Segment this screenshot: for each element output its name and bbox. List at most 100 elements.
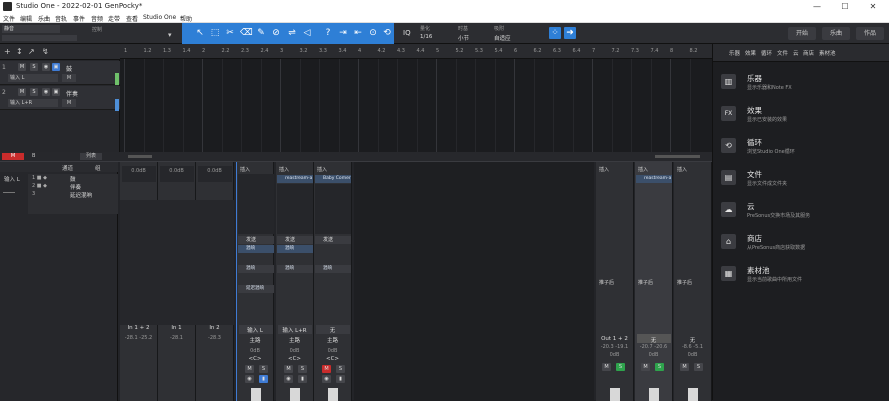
insert-plugin[interactable]: reastream-a (636, 175, 672, 183)
zoom-slider[interactable] (128, 155, 152, 158)
channel-pan[interactable]: <C> (237, 356, 273, 362)
input-channel-strip[interactable]: 0.0dB In 1 -28.1 (158, 162, 196, 401)
channel-volume[interactable]: 0dB (276, 348, 313, 354)
tab-instruments[interactable]: 乐器 (729, 49, 740, 57)
channel-input[interactable]: 输入 L (237, 326, 273, 334)
send-slot[interactable]: 混响 (238, 265, 274, 273)
menu-edit[interactable]: 编辑 (20, 14, 32, 23)
help-icon[interactable]: ? (322, 27, 334, 39)
fx-strip[interactable]: 插入 推子后 无 -8.6 -5.1 0dB M S (674, 162, 712, 401)
menu-help[interactable]: 帮助 (180, 14, 192, 23)
fader[interactable] (251, 388, 261, 401)
channel-gain[interactable]: 0.0dB (120, 168, 157, 174)
pencil-tool-icon[interactable]: ✎ (255, 27, 267, 39)
solo-button[interactable]: S (30, 63, 38, 71)
mute-button[interactable]: M (18, 63, 26, 71)
menu-file[interactable]: 文件 (3, 14, 15, 23)
send-slot[interactable]: 混响 (315, 265, 351, 273)
track-mode[interactable]: M (62, 99, 76, 107)
monitor-icon[interactable]: ◉ (42, 63, 50, 71)
solo-button[interactable]: S (298, 365, 307, 373)
automation-icon[interactable]: ↗ (28, 47, 35, 56)
record-arm-icon[interactable]: ▮ (298, 375, 307, 383)
channel-strip-reverb[interactable]: 插入 Baby Comer 发送 混响 无 主路 0dB <C> M S ◉ ▮ (314, 162, 352, 401)
send-label[interactable]: 发送 (277, 236, 313, 244)
mute-button[interactable]: M (680, 363, 689, 371)
channel-volume[interactable]: 0dB (596, 352, 633, 358)
input-channel-strip[interactable]: 0.0dB In 1 + 2 -28.1 -25.2 (120, 162, 158, 401)
send-label[interactable]: 发送 (315, 236, 351, 244)
monitor-icon[interactable]: ◉ (284, 375, 293, 383)
snap-value[interactable]: 自适应 (494, 34, 511, 42)
monitor-icon[interactable]: ◉ (245, 375, 254, 383)
insert-label[interactable]: 插入 (240, 166, 250, 173)
menu-song[interactable]: 乐曲 (38, 14, 50, 23)
browser-item-loops[interactable]: ⟲ 循环 浏览Studio One循环 (721, 136, 881, 162)
insert-plugin[interactable]: reastream-a (277, 175, 313, 183)
channel-output[interactable]: 主路 (276, 336, 313, 344)
channel-list-item[interactable]: 延迟混响 (70, 191, 92, 199)
tab-loops[interactable]: 循环 (761, 49, 772, 57)
send-label[interactable]: 发送 (238, 236, 274, 244)
browser-item-cloud[interactable]: ☁ 云 PreSonus交换市场及其服务 (721, 200, 881, 226)
channel-pan[interactable]: <C> (314, 356, 351, 362)
channel-gain[interactable]: 0.0dB (158, 168, 195, 174)
channel-pan[interactable]: <C> (276, 356, 313, 362)
monitor-icon[interactable]: ◉ (322, 375, 331, 383)
expand-icon[interactable]: ↕ (16, 47, 23, 56)
record-arm-icon[interactable]: ▮ (336, 375, 345, 383)
menu-audio[interactable]: 音频 (91, 14, 103, 23)
monitor-icon[interactable]: ◉ (42, 88, 50, 96)
mute-button[interactable]: M (284, 365, 293, 373)
browser-item-instruments[interactable]: ▥ 乐器 显示乐器和Note FX (721, 72, 881, 98)
solo-button[interactable]: S (694, 363, 703, 371)
split-tool-icon[interactable]: ✂ (224, 27, 236, 39)
browse-button[interactable]: B (32, 153, 35, 159)
browser-item-pool[interactable]: ▦ 素材池 显示当前歌曲中所用文件 (721, 264, 881, 290)
tab-shop[interactable]: 商店 (803, 49, 814, 57)
track-name[interactable]: 伴奏 (66, 89, 78, 98)
tab-effects[interactable]: 效果 (745, 49, 756, 57)
loop-tool-icon[interactable]: ⟲ (381, 27, 393, 39)
send-slot[interactable]: 混响 (238, 245, 274, 253)
channel-input[interactable]: 无 (314, 326, 351, 334)
menu-event[interactable]: 事件 (73, 14, 85, 23)
track-input[interactable]: 输入 L+R (8, 99, 58, 107)
bus-strip[interactable]: 插入 reastream-a 推子后 无 -20.7 -20.6 0dB M S (635, 162, 673, 401)
iq-button[interactable]: IQ (403, 29, 411, 37)
fader[interactable] (328, 388, 338, 401)
solo-button[interactable]: S (30, 88, 38, 96)
mute-button[interactable]: M (602, 363, 611, 371)
minimize-button[interactable]: — (803, 0, 831, 13)
channel-gain[interactable]: 0.0dB (196, 168, 233, 174)
snap-to-grid-icon[interactable]: ⁘ (549, 27, 561, 39)
record-arm-icon[interactable]: ▮ (259, 375, 268, 383)
range-tool-icon[interactable]: ⬚ (209, 27, 221, 39)
insert-label[interactable]: 插入 (279, 166, 289, 173)
fader[interactable] (688, 388, 698, 401)
add-track-icon[interactable]: + (4, 47, 11, 56)
fader[interactable] (610, 388, 620, 401)
tab-cloud[interactable]: 云 (793, 49, 799, 57)
insert-plugin[interactable]: Baby Comer (315, 175, 351, 183)
project-page-button[interactable]: 作品 (856, 27, 884, 40)
timeline-ruler[interactable]: 1 1.2 1.3 1.4 2 2.2 2.3 2.4 3 3.2 3.3 3.4 4 4.2 4.3 4.4… (120, 44, 712, 59)
channel-volume[interactable]: 0dB (674, 352, 711, 358)
mix-button[interactable]: M (2, 153, 24, 160)
browser-item-effects[interactable]: FX 效果 显示已安装的效果 (721, 104, 881, 130)
track-input[interactable]: 输入 L (8, 74, 58, 82)
preset-name[interactable]: 静音 (2, 25, 60, 33)
snap-icon[interactable]: ⇤ (352, 27, 364, 39)
fx-send-slot[interactable]: 延迟混响 (238, 285, 274, 293)
channel-strip-backing[interactable]: 插入 reastream-a 发送 混响 混响 输入 L+R 主路 0dB <C… (276, 162, 314, 401)
browser-item-files[interactable]: ▤ 文件 显示文件成文件夹 (721, 168, 881, 194)
maximize-button[interactable]: ☐ (831, 0, 859, 13)
channel-output[interactable]: 无 (674, 336, 711, 344)
menu-track[interactable]: 音轨 (55, 14, 67, 23)
solo-button[interactable]: S (336, 365, 345, 373)
menu-transport[interactable]: 走带 (108, 14, 120, 23)
channel-output[interactable]: Out 1 + 2 (596, 336, 633, 342)
preset-slider[interactable] (2, 35, 77, 41)
timebase-value[interactable]: 小节 (458, 34, 469, 42)
channel-volume[interactable]: 0dB (237, 348, 273, 354)
